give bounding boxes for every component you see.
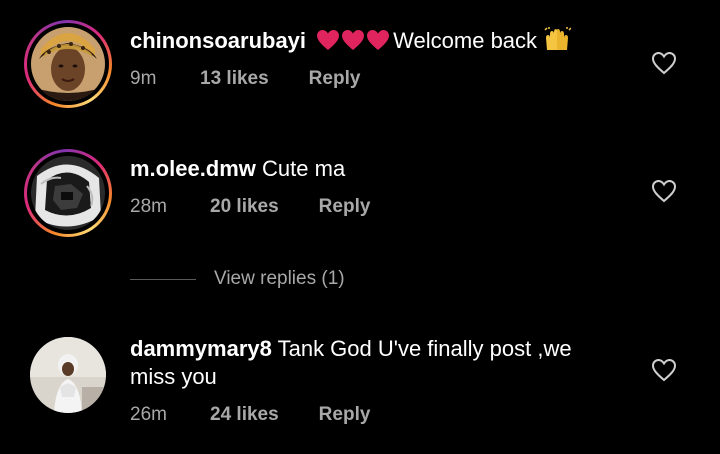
reply-button[interactable]: Reply (309, 68, 361, 90)
reply-button[interactable]: Reply (319, 404, 371, 426)
avatar (31, 27, 105, 101)
comment-likes[interactable]: 13 likes (200, 68, 269, 90)
comment-text: Welcome back (393, 28, 538, 53)
avatar[interactable] (30, 337, 106, 413)
avatar (31, 156, 105, 230)
comment-time: 9m (130, 68, 157, 89)
view-replies-row[interactable]: View replies (1) (130, 268, 345, 290)
heart-outline-icon[interactable] (651, 358, 677, 382)
divider (130, 278, 196, 280)
comment-body: dammymary8 Tank God U've finally post ,w… (130, 335, 620, 391)
comment-body: chinonsoarubayi Welcome back (130, 26, 620, 58)
heart-outline-icon[interactable] (651, 179, 677, 203)
comment-meta: 28m 20 likes Reply (130, 196, 370, 218)
comment-username[interactable]: chinonsoarubayi (130, 28, 306, 53)
comment-text: Cute ma (262, 156, 346, 181)
comment-time: 26m (130, 404, 167, 425)
red-heart-icon (342, 30, 365, 50)
red-heart-icon (367, 30, 390, 50)
raising-hands-icon (544, 27, 572, 50)
hearts-emoji-group (316, 29, 391, 58)
red-heart-icon (317, 30, 340, 50)
comment-body: m.olee.dmw Cute ma (130, 155, 620, 183)
comment-meta: 26m 24 likes Reply (130, 404, 370, 426)
comment-time: 28m (130, 196, 167, 217)
avatar-story-ring[interactable] (24, 20, 112, 108)
heart-outline-icon[interactable] (651, 51, 677, 75)
view-replies-button[interactable]: View replies (1) (214, 268, 345, 290)
avatar-image (30, 337, 106, 413)
reply-button[interactable]: Reply (319, 196, 371, 218)
comment-username[interactable]: dammymary8 (130, 336, 272, 361)
comment-likes[interactable]: 24 likes (210, 404, 279, 426)
comment-likes[interactable]: 20 likes (210, 196, 279, 218)
avatar-story-ring[interactable] (24, 149, 112, 237)
comment-username[interactable]: m.olee.dmw (130, 156, 256, 181)
comment-meta: 9m 13 likes Reply (130, 68, 360, 90)
